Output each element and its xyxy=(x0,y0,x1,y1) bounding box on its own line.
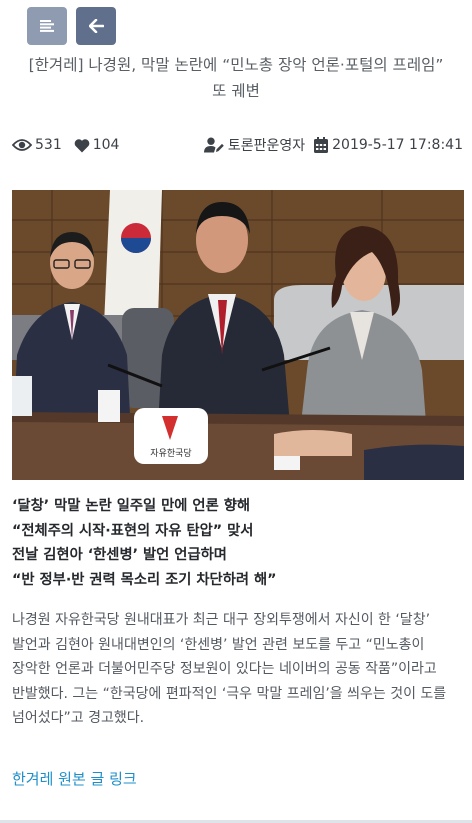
view-count-value: 531 xyxy=(35,137,62,153)
subhead-line: ‘달창’ 막말 논란 일주일 만에 언론 향해 xyxy=(12,498,251,514)
article-title-line1: [한겨레] 나경원, 막말 논란에 “민노총 장악 언론·포털의 프레임” xyxy=(28,56,444,74)
user-edit-icon xyxy=(203,137,224,153)
author: 토론판운영자 xyxy=(203,135,306,155)
post-date: 2019-5-17 17:8:41 xyxy=(314,137,463,153)
back-button[interactable] xyxy=(76,7,116,45)
like-count-value: 104 xyxy=(92,137,120,153)
subhead-line: 전날 김현아 ‘한센병’ 발언 언급하며 xyxy=(12,547,227,563)
like-count[interactable]: 104 xyxy=(74,137,120,153)
article-title-line2: 또 궤변 xyxy=(212,82,260,100)
menu-button[interactable] xyxy=(27,7,67,45)
article-subheads: ‘달창’ 막말 논란 일주일 만에 언론 향해 “전체주의 시작·표현의 자유 … xyxy=(12,494,464,592)
article-photo: 자유한국당 xyxy=(12,190,464,480)
subhead-line: “반 정부·반 권력 목소리 조기 차단하려 해” xyxy=(12,571,277,588)
press-conference-photo: 자유한국당 xyxy=(12,190,464,480)
eye-icon xyxy=(12,139,32,151)
podium-sign-text: 자유한국당 xyxy=(150,448,191,459)
arrow-left-icon xyxy=(88,19,104,33)
align-left-icon xyxy=(40,20,54,32)
heart-icon xyxy=(74,138,90,152)
subhead-line: “전체주의 시작·표현의 자유 탄압” 맞서 xyxy=(12,522,254,539)
source-article-link[interactable]: 한겨레 원본 글 링크 xyxy=(12,768,137,789)
article-meta: 531 104 토론판운영자 2019-5-17 17:8:41 xyxy=(12,135,463,155)
calendar-icon xyxy=(314,137,329,153)
toolbar xyxy=(27,7,116,45)
article-title: [한겨레] 나경원, 막말 논란에 “민노총 장악 언론·포털의 프레임” 또 … xyxy=(10,52,462,104)
view-count: 531 xyxy=(12,137,62,153)
author-name: 토론판운영자 xyxy=(227,138,306,154)
article-body: 나경원 자유한국당 원내대표가 최근 대구 장외투쟁에서 자신이 한 ‘달창’ … xyxy=(12,612,447,726)
post-date-value: 2019-5-17 17:8:41 xyxy=(332,137,463,153)
